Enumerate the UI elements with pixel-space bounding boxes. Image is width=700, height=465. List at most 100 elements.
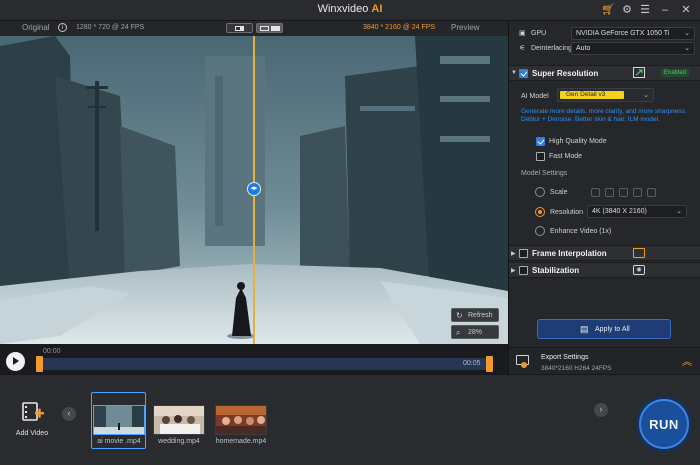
deinterlacing-icon: ⚟ (519, 45, 526, 52)
scale-label: Scale (550, 189, 568, 196)
video-thumb-homemade[interactable] (215, 405, 267, 435)
frame-interpolation-title: Frame Interpolation (532, 249, 607, 258)
app-title-text: Winxvideo (317, 3, 369, 15)
ai-model-label: AI Model (521, 93, 549, 100)
resolution-radio[interactable] (535, 207, 545, 217)
model-settings-label: Model Settings (521, 170, 568, 177)
app-title-ai: AI (371, 3, 383, 15)
collapse-caret-icon: ▼ (511, 70, 517, 76)
apply-to-all-button[interactable]: ▤ Apply to All (537, 319, 671, 339)
resolution-label: Resolution (550, 209, 584, 216)
high-quality-checkbox[interactable] (536, 137, 545, 146)
timeline: 00:00 00:05 (0, 344, 508, 374)
chevron-down-icon: ⌄ (676, 208, 682, 215)
info-icon[interactable]: i (58, 23, 67, 32)
scale-option-5[interactable] (647, 188, 656, 197)
resolution-value: 4K (3840 X 2160) (592, 208, 647, 215)
menu-icon[interactable]: ☰ (638, 3, 652, 17)
refresh-label: Refresh (468, 312, 493, 319)
enabled-badge: Enabled (661, 69, 690, 77)
refresh-button[interactable]: ↻ Refresh (451, 308, 499, 322)
video-thumb-ai-movie[interactable] (93, 405, 145, 435)
compare-handle[interactable]: ◂▸ (247, 182, 261, 196)
refresh-icon: ↻ (456, 311, 463, 320)
scale-option-1[interactable] (591, 188, 600, 197)
original-label: Original (22, 23, 50, 32)
video-thumb-wedding[interactable] (153, 405, 205, 435)
ai-model-value: Gen Detail v3 (566, 91, 606, 98)
high-quality-label: High Quality Mode (549, 138, 607, 145)
stabilization-title: Stabilization (532, 266, 580, 275)
scale-option-2[interactable] (605, 188, 614, 197)
stabilization-checkbox[interactable] (519, 266, 528, 275)
apply-label: Apply to All (595, 326, 630, 333)
gpu-icon: ▣ (519, 30, 526, 37)
scale-option-3[interactable] (619, 188, 628, 197)
add-video-icon (21, 400, 44, 422)
ai-model-select[interactable]: Gen Detail v3 ⌄ (557, 88, 654, 102)
chevron-down-icon: ⌄ (684, 30, 690, 37)
split-view-button[interactable] (226, 23, 253, 33)
video-library: Add Video ‹ ai movie .mp4 wedding.mp4 ho… (0, 374, 700, 465)
timeline-track[interactable] (40, 358, 489, 370)
app-window: Winxvideo AI 🛒︎ ⚙ ☰ – ✕ Original i 1280 … (0, 0, 700, 465)
current-time: 00:00 (43, 348, 61, 355)
play-button[interactable] (6, 352, 25, 371)
gpu-value: NVIDIA GeForce GTX 1050 Ti (576, 30, 670, 37)
original-resolution: 1280 * 720 @ 24 FPS (76, 24, 145, 31)
zoom-button[interactable]: ⌕ 28% (451, 325, 499, 339)
gpu-select[interactable]: NVIDIA GeForce GTX 1050 Ti ⌄ (571, 27, 695, 40)
close-icon[interactable]: ✕ (679, 3, 693, 17)
add-video-label: Add Video (15, 430, 49, 437)
super-resolution-header[interactable]: ▼ Super Resolution Enabled (509, 65, 700, 81)
minimize-icon[interactable]: – (658, 3, 672, 17)
deinterlacing-label: Deinterlacing (531, 45, 572, 52)
model-description: Generate more details, more clarity, and… (521, 108, 687, 123)
enhance-radio[interactable] (535, 226, 545, 236)
app-title: Winxvideo AI (0, 3, 700, 15)
frame-interpolation-header[interactable]: ▶ Frame Interpolation (509, 245, 700, 261)
super-resolution-title: Super Resolution (532, 69, 599, 78)
camera-icon: ◉ (633, 265, 645, 275)
super-resolution-checkbox[interactable] (519, 69, 528, 78)
chevron-down-icon: ⌄ (684, 45, 690, 52)
enhance-label: Enhance Video (1x) (550, 228, 612, 235)
apply-icon: ▤ (580, 324, 589, 334)
export-settings-title: Export Settings (541, 354, 589, 361)
frame-interpolation-checkbox[interactable] (519, 249, 528, 258)
scale-radio[interactable] (535, 187, 545, 197)
video-name-1: ai movie .mp4 (97, 438, 141, 445)
scroll-left-button[interactable]: ‹ (62, 407, 76, 421)
add-video-button[interactable]: Add Video (12, 400, 52, 437)
video-preview[interactable]: ◂▸ ↻ Refresh ⌕ 28% (0, 36, 508, 344)
trim-start-handle[interactable] (36, 356, 43, 372)
settings-panel: ▣ GPU NVIDIA GeForce GTX 1050 Ti ⌄ ⚟ Dei… (508, 21, 700, 374)
stabilization-header[interactable]: ▶ Stabilization ◉ (509, 262, 700, 278)
expand-caret-icon: ▶ (511, 251, 516, 257)
scroll-right-button[interactable]: › (594, 403, 608, 417)
output-resolution: 3840 * 2160 @ 24 FPS (363, 24, 436, 31)
side-by-side-button[interactable] (256, 23, 283, 33)
resolution-select[interactable]: 4K (3840 X 2160) ⌄ (587, 205, 687, 218)
frame-interpolation-icon (633, 248, 645, 258)
expand-caret-icon: ▶ (511, 268, 516, 274)
zoom-level: 28% (468, 329, 483, 336)
export-settings-bar[interactable]: Export Settings 3840*2160 H264 24FPS ︽ (509, 347, 700, 374)
gpu-label: GPU (531, 30, 547, 37)
deinterlacing-select[interactable]: Auto ⌄ (571, 42, 695, 55)
preview-label: Preview (451, 23, 480, 32)
trim-end-handle[interactable] (486, 356, 493, 372)
fast-mode-checkbox[interactable] (536, 152, 545, 161)
scale-option-4[interactable] (633, 188, 642, 197)
cart-icon[interactable]: 🛒︎ (601, 3, 615, 17)
run-button[interactable]: RUN (639, 399, 689, 449)
end-time: 00:05 (463, 360, 481, 367)
upscale-icon (633, 67, 645, 78)
gear-icon[interactable]: ⚙ (620, 3, 634, 17)
video-name-2: wedding.mp4 (158, 438, 200, 445)
fast-mode-label: Fast Mode (549, 153, 583, 160)
deinterlacing-value: Auto (576, 45, 591, 52)
export-settings-details: 3840*2160 H264 24FPS (541, 365, 612, 372)
run-label: RUN (649, 417, 679, 432)
expand-up-icon[interactable]: ︽ (682, 353, 692, 368)
